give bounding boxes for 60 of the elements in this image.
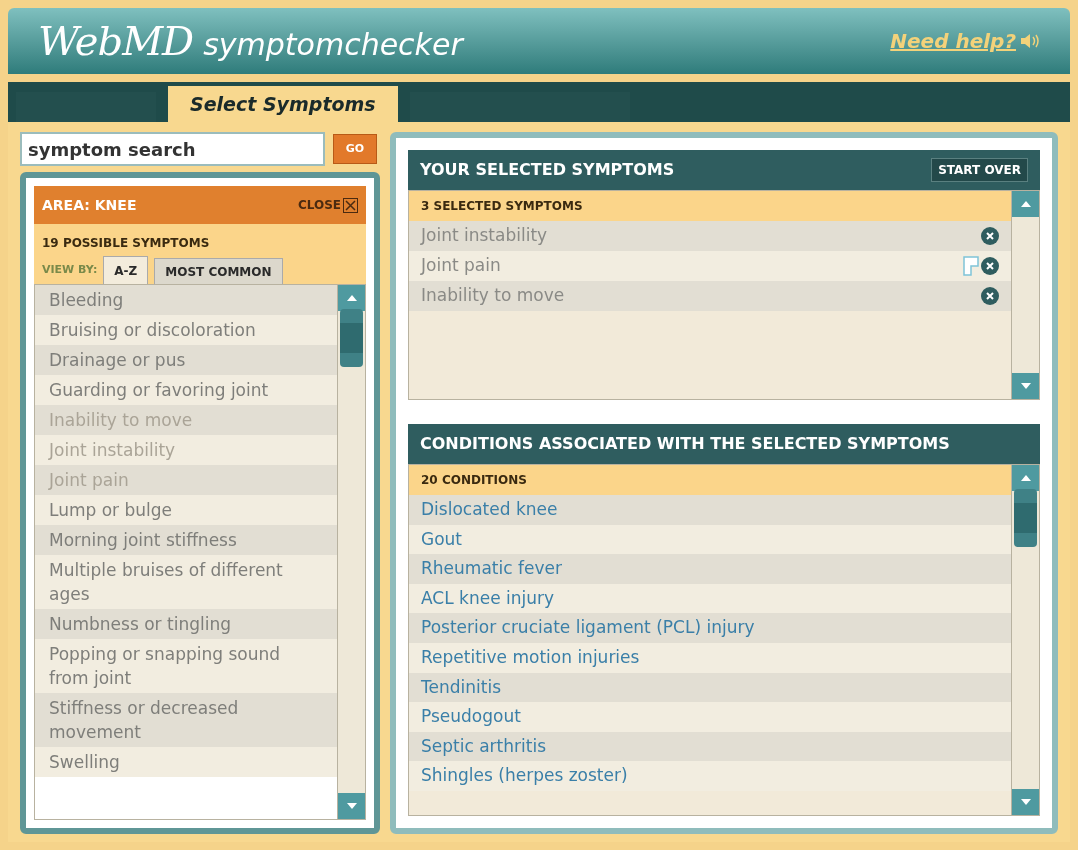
symptom-item[interactable]: Guarding or favoring joint (35, 375, 337, 405)
symptom-item[interactable]: Bleeding (35, 285, 337, 315)
symptom-count: 19 POSSIBLE SYMPTOMS (42, 235, 211, 252)
scroll-down-button[interactable] (1012, 373, 1039, 399)
condition-link[interactable]: Rheumatic fever (409, 554, 1011, 584)
close-link[interactable]: CLOSE (297, 196, 341, 214)
scroll-down-button[interactable] (338, 793, 365, 819)
down-arrow-icon (1020, 383, 1031, 389)
logo-product: symptomchecker (203, 26, 463, 64)
symptom-item[interactable]: Stiffness or decreased movement (35, 693, 337, 747)
symptom-item[interactable]: Drainage or pus (35, 345, 337, 375)
view-tab[interactable]: A-Z (103, 256, 149, 284)
down-arrow-icon (1020, 799, 1031, 805)
condition-link[interactable]: Tendinitis (409, 672, 1011, 703)
selected-count: 3 SELECTED SYMPTOMS (409, 191, 1011, 221)
condition-link[interactable]: Repetitive motion injuries (409, 642, 1011, 673)
scroll-up-button[interactable] (1012, 191, 1039, 217)
selected-symptom: Joint pain (421, 254, 501, 278)
condition-link[interactable]: Posterior cruciate ligament (PCL) injury (409, 613, 1011, 643)
remove-icon[interactable] (981, 287, 999, 305)
up-arrow-icon (1020, 201, 1031, 207)
view-tab[interactable]: MOST COMMON (154, 258, 283, 284)
condition-link[interactable]: Pseudogout (409, 702, 1011, 732)
tab[interactable]: Select Symptoms (168, 86, 398, 122)
speaker-icon[interactable] (1020, 33, 1040, 49)
scroll-up-button[interactable] (1012, 465, 1039, 491)
close-icon[interactable] (343, 197, 358, 213)
scroll-thumb[interactable] (340, 309, 363, 367)
scroll-thumb[interactable] (1014, 489, 1037, 547)
start-over-button[interactable]: START OVER (931, 158, 1028, 182)
selected-title: YOUR SELECTED SYMPTOMS (420, 159, 675, 181)
symptom-item[interactable]: Bruising or discoloration (35, 315, 337, 345)
help-link[interactable]: Need help? (890, 26, 1016, 56)
symptom-item[interactable]: Multiple bruises of different ages (35, 555, 337, 609)
selected-symptom: Joint instability (421, 224, 548, 248)
symptom-item[interactable]: Morning joint stiffness (35, 525, 337, 555)
view-by-label: VIEW BY: (42, 261, 98, 278)
symptom-item[interactable]: Numbness or tingling (35, 609, 337, 639)
up-arrow-icon (346, 295, 357, 301)
logo-brand: WebMD (38, 17, 194, 66)
go-button[interactable]: GO (333, 134, 377, 164)
condition-link[interactable]: Shingles (herpes zoster) (409, 761, 1011, 791)
selected-symptom: Inability to move (421, 284, 565, 308)
symptom-item[interactable]: Popping or snapping sound from joint (35, 639, 337, 693)
scroll-up-button[interactable] (338, 285, 365, 311)
remove-icon[interactable] (981, 257, 999, 275)
area-title: AREA: KNEE (42, 195, 137, 215)
remove-icon[interactable] (981, 227, 999, 245)
symptom-item[interactable]: Swelling (35, 747, 337, 777)
conditions-title: CONDITIONS ASSOCIATED WITH THE SELECTED SYMPTOMS (420, 433, 950, 455)
scroll-down-button[interactable] (1012, 789, 1039, 815)
condition-link[interactable]: ACL knee injury (409, 583, 1011, 614)
up-arrow-icon (1020, 475, 1031, 481)
search-field[interactable]: symptom search (20, 132, 325, 166)
down-arrow-icon (346, 803, 357, 809)
condition-link[interactable]: Septic arthritis (409, 731, 1011, 762)
conditions-count: 20 CONDITIONS (409, 465, 1011, 495)
condition-link[interactable]: Dislocated knee (409, 495, 1011, 525)
condition-link[interactable]: Gout (409, 524, 1011, 555)
symptom-item[interactable]: Lump or bulge (35, 495, 337, 525)
